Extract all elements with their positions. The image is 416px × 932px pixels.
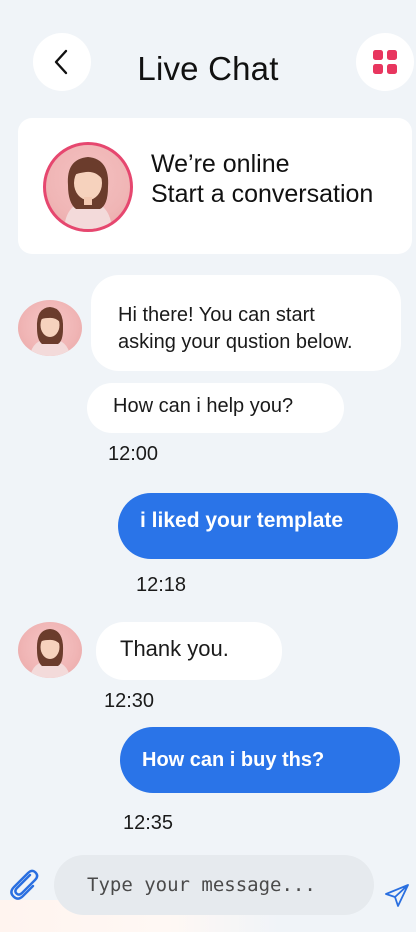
status-subtitle: Start a conversation [151, 180, 374, 208]
message-timestamp: 12:18 [136, 574, 187, 596]
agent-avatar-image [30, 307, 70, 356]
message-timestamp: 12:35 [123, 812, 174, 834]
message-text: How can i help you? [113, 395, 294, 417]
message-bubble-user: How can i buy ths? [120, 727, 400, 793]
message-text: Hi there! You can start [118, 304, 315, 326]
page-title: Live Chat [137, 50, 279, 87]
status-online-text: We’re online [151, 150, 290, 178]
message-timestamp: 12:00 [108, 443, 159, 465]
message-input[interactable] [54, 855, 374, 915]
message-bubble-agent: Thank you. [96, 622, 282, 680]
message-bubble-user: i liked your template [118, 493, 398, 559]
message-bubble-agent: Hi there! You can start asking your qust… [91, 275, 401, 371]
message-text: How can i buy ths? [142, 749, 325, 771]
send-icon [385, 884, 409, 907]
menu-button[interactable] [356, 33, 414, 91]
paperclip-icon [10, 869, 39, 900]
avatar [18, 300, 82, 356]
grid-icon [373, 50, 397, 74]
agent-avatar-image [64, 157, 112, 229]
message-text: i liked your template [140, 509, 344, 532]
message-text: asking your qustion below. [118, 331, 353, 353]
avatar [43, 142, 133, 232]
message-timestamp: 12:30 [104, 690, 155, 712]
attach-button[interactable] [6, 866, 42, 902]
avatar [18, 622, 82, 678]
status-card: We’re online Start a conversation [18, 118, 412, 254]
message-text: Thank you. [120, 636, 229, 661]
message-bubble-agent: How can i help you? [87, 383, 344, 433]
send-button[interactable] [383, 882, 411, 910]
agent-avatar-image [30, 629, 70, 678]
